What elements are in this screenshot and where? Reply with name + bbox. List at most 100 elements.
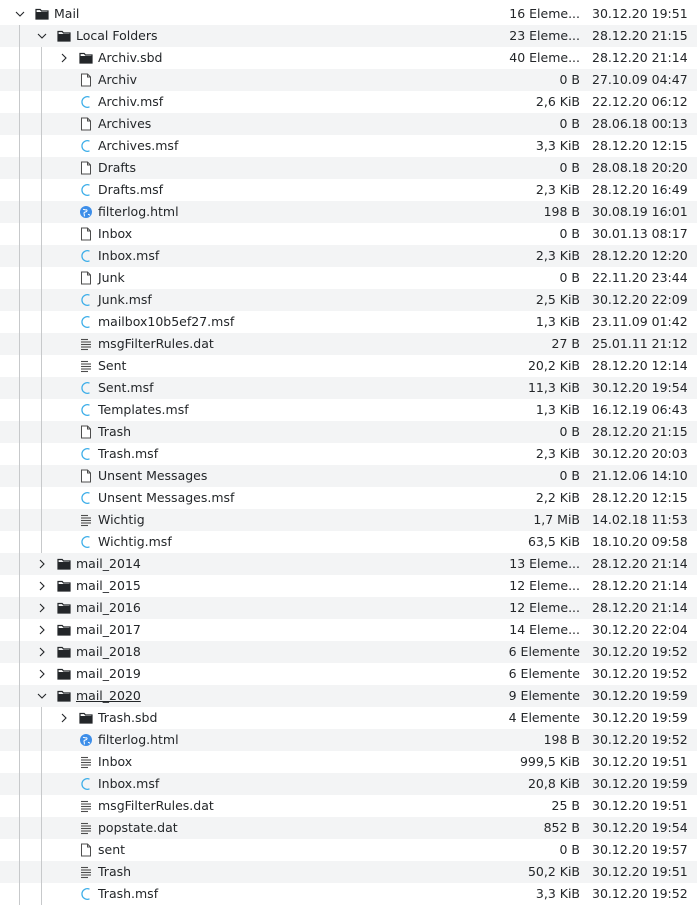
item-name: mail_2015 [76, 578, 141, 593]
item-date: 25.01.11 21:12 [592, 336, 688, 351]
tree-row[interactable]: Inbox.msf 2,3 KiB 28.12.20 12:20 [0, 245, 697, 267]
text-icon [79, 865, 93, 879]
tree-guide-line [19, 883, 20, 905]
folder-icon [57, 29, 71, 43]
text-icon [79, 821, 93, 835]
item-size: 198 B [543, 204, 580, 219]
tree-guide-line [19, 355, 20, 377]
tree-row[interactable]: mail_2016 12 Eleme... 28.12.20 21:14 [0, 597, 697, 619]
item-size: 0 B [559, 424, 580, 439]
tree-guide-line [19, 751, 20, 773]
msf-icon [79, 315, 93, 329]
file-icon [79, 843, 93, 857]
tree-row[interactable]: mail_2017 14 Eleme... 30.12.20 22:04 [0, 619, 697, 641]
item-name: Sent.msf [98, 380, 154, 395]
tree-row[interactable]: Sent.msf 11,3 KiB 30.12.20 19:54 [0, 377, 697, 399]
item-date: 28.06.18 00:13 [592, 116, 688, 131]
msf-icon [79, 535, 93, 549]
tree-row[interactable]: Junk.msf 2,5 KiB 30.12.20 22:09 [0, 289, 697, 311]
tree-row[interactable]: Unsent Messages.msf 2,2 KiB 28.12.20 12:15 [0, 487, 697, 509]
tree-guide-line [19, 223, 20, 245]
tree-guide-line [41, 883, 42, 905]
item-date: 30.12.20 19:51 [592, 864, 688, 879]
tree-row[interactable]: Inbox.msf 20,8 KiB 30.12.20 19:59 [0, 773, 697, 795]
item-date: 30.12.20 19:52 [592, 732, 688, 747]
tree-row[interactable]: mailbox10b5ef27.msf 1,3 KiB 23.11.09 01:42 [0, 311, 697, 333]
chevron-down-icon[interactable] [35, 685, 49, 707]
tree-row[interactable]: Unsent Messages 0 B 21.12.06 14:10 [0, 465, 697, 487]
chevron-right-icon[interactable] [35, 663, 49, 685]
tree-row[interactable]: Archiv 0 B 27.10.09 04:47 [0, 69, 697, 91]
tree-row[interactable]: Junk 0 B 22.11.20 23:44 [0, 267, 697, 289]
tree-row[interactable]: Trash.msf 2,3 KiB 30.12.20 20:03 [0, 443, 697, 465]
chevron-right-icon[interactable] [35, 641, 49, 663]
chevron-right-icon[interactable] [35, 553, 49, 575]
tree-guide-line [19, 509, 20, 531]
item-size: 2,5 KiB [535, 292, 580, 307]
tree-row[interactable]: Archives 0 B 28.06.18 00:13 [0, 113, 697, 135]
tree-row[interactable]: Drafts 0 B 28.08.18 20:20 [0, 157, 697, 179]
file-tree-view[interactable]: Mail 16 Eleme... 30.12.20 19:51 Local Folde… [0, 0, 697, 906]
item-name: Inbox [98, 226, 133, 241]
item-name: filterlog.html [98, 732, 179, 747]
tree-row[interactable]: Wichtig 1,7 MiB 14.02.18 11:53 [0, 509, 697, 531]
chevron-right-icon[interactable] [57, 47, 71, 69]
chevron-right-icon[interactable] [35, 597, 49, 619]
tree-guide-line [19, 729, 20, 751]
chevron-right-icon[interactable] [35, 575, 49, 597]
tree-row[interactable]: mail_2018 6 Elemente 30.12.20 19:52 [0, 641, 697, 663]
tree-row[interactable]: Local Folders 23 Eleme... 28.12.20 21:15 [0, 25, 697, 47]
tree-guide-line [19, 861, 20, 883]
tree-row[interactable]: Inbox 0 B 30.01.13 08:17 [0, 223, 697, 245]
tree-row[interactable]: Trash.sbd 4 Elemente 30.12.20 19:59 [0, 707, 697, 729]
folder-icon [57, 667, 71, 681]
tree-guide-line [41, 333, 42, 355]
tree-row[interactable]: mail_2020 9 Elemente 30.12.20 19:59 [0, 685, 697, 707]
tree-row[interactable]: Archives.msf 3,3 KiB 28.12.20 12:15 [0, 135, 697, 157]
tree-row[interactable]: Inbox 999,5 KiB 30.12.20 19:51 [0, 751, 697, 773]
tree-row[interactable]: msgFilterRules.dat 27 B 25.01.11 21:12 [0, 333, 697, 355]
tree-row[interactable]: msgFilterRules.dat 25 B 30.12.20 19:51 [0, 795, 697, 817]
chevron-right-icon[interactable] [57, 707, 71, 729]
tree-row[interactable]: Trash 0 B 28.12.20 21:15 [0, 421, 697, 443]
item-size: 1,7 MiB [533, 512, 580, 527]
tree-guide-line [41, 399, 42, 421]
tree-row[interactable]: mail_2014 13 Eleme... 28.12.20 21:14 [0, 553, 697, 575]
tree-row[interactable]: sent 0 B 30.12.20 19:57 [0, 839, 697, 861]
item-date: 30.12.20 19:59 [592, 776, 688, 791]
tree-row[interactable]: filterlog.html 198 B 30.12.20 19:52 [0, 729, 697, 751]
item-name: mail_2019 [76, 666, 141, 681]
tree-row[interactable]: Sent 20,2 KiB 28.12.20 12:14 [0, 355, 697, 377]
item-name: Inbox.msf [98, 248, 160, 263]
tree-row[interactable]: Archiv.msf 2,6 KiB 22.12.20 06:12 [0, 91, 697, 113]
item-name: Unsent Messages.msf [98, 490, 235, 505]
tree-row[interactable]: Wichtig.msf 63,5 KiB 18.10.20 09:58 [0, 531, 697, 553]
tree-row[interactable]: popstate.dat 852 B 30.12.20 19:54 [0, 817, 697, 839]
item-date: 18.10.20 09:58 [592, 534, 688, 549]
tree-row[interactable]: Drafts.msf 2,3 KiB 28.12.20 16:49 [0, 179, 697, 201]
tree-guide-line [19, 663, 20, 685]
tree-guide-line [19, 685, 20, 707]
folder-icon [79, 711, 93, 725]
chevron-down-icon[interactable] [35, 25, 49, 47]
tree-guide-line [19, 245, 20, 267]
item-date: 28.12.20 12:20 [592, 248, 688, 263]
tree-row[interactable]: Mail 16 Eleme... 30.12.20 19:51 [0, 3, 697, 25]
chevron-down-icon[interactable] [13, 3, 27, 25]
text-icon [79, 513, 93, 527]
chevron-right-icon[interactable] [35, 619, 49, 641]
tree-row[interactable]: Templates.msf 1,3 KiB 16.12.19 06:43 [0, 399, 697, 421]
item-size: 0 B [559, 226, 580, 241]
item-date: 30.01.13 08:17 [592, 226, 688, 241]
tree-row[interactable]: Archiv.sbd 40 Eleme... 28.12.20 21:14 [0, 47, 697, 69]
item-size: 6 Elemente [508, 666, 580, 681]
tree-row[interactable]: Trash.msf 3,3 KiB 30.12.20 19:52 [0, 883, 697, 905]
tree-row[interactable]: mail_2015 12 Eleme... 28.12.20 21:14 [0, 575, 697, 597]
item-name: Wichtig [98, 512, 145, 527]
msf-icon [79, 293, 93, 307]
tree-row[interactable]: Trash 50,2 KiB 30.12.20 19:51 [0, 861, 697, 883]
tree-guide-line [41, 707, 42, 729]
tree-guide-line [41, 751, 42, 773]
tree-row[interactable]: mail_2019 6 Elemente 30.12.20 19:52 [0, 663, 697, 685]
tree-row[interactable]: filterlog.html 198 B 30.08.19 16:01 [0, 201, 697, 223]
